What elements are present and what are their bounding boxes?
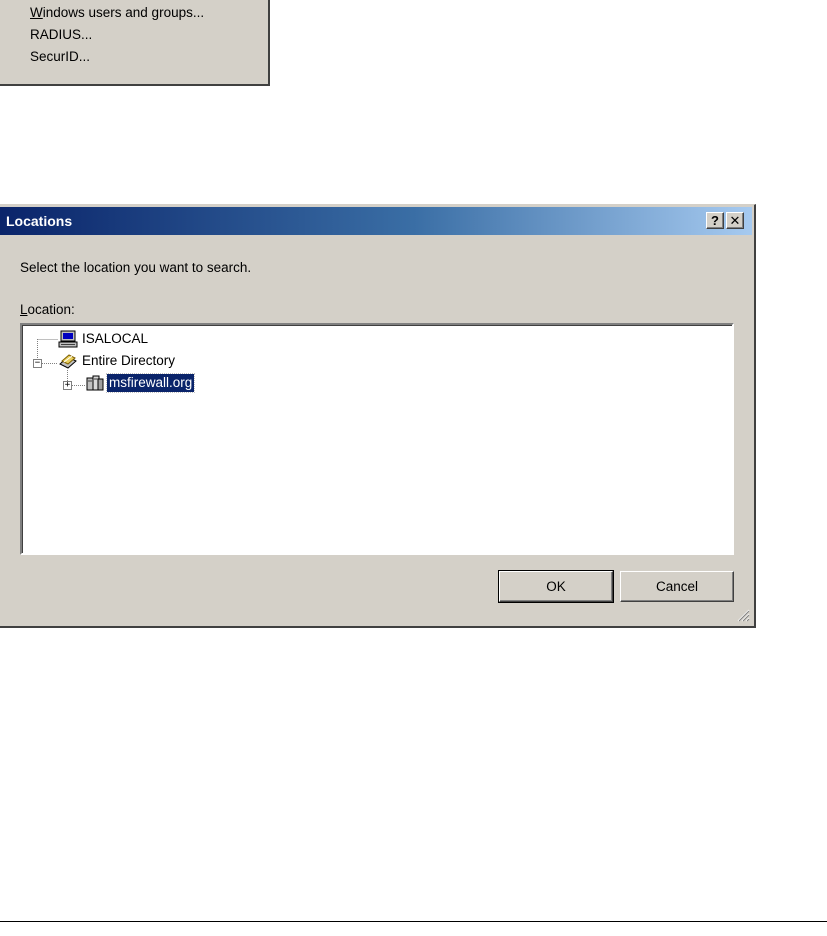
location-label-accelerator: L [20,302,28,317]
cancel-button[interactable]: Cancel [620,571,734,602]
location-label: Location: [20,302,75,317]
page-divider [0,921,827,922]
tree-item-label: ISALOCAL [82,331,149,346]
location-label-text: ocation: [27,302,75,317]
ok-button[interactable]: OK [498,570,614,603]
menu-item-radius[interactable]: RADIUS... [30,24,92,46]
menu-item-accelerator: W [30,5,43,20]
title-bar[interactable]: Locations ? ✕ [0,207,752,235]
dialog-title: Locations [6,213,73,229]
directory-icon [58,352,78,370]
computer-icon [58,330,78,348]
instruction-text: Select the location you want to search. [20,260,252,275]
location-tree[interactable]: − + ISALOCAL Entire Directory msfirewall… [20,323,734,555]
help-button[interactable]: ? [706,212,724,229]
menu-item-securid[interactable]: SecurID... [30,46,90,68]
close-button[interactable]: ✕ [726,212,744,229]
resize-grip-icon[interactable] [736,608,750,622]
expand-msfirewall-org[interactable]: + [63,381,72,390]
menu-item-label: indows users and groups... [42,5,205,20]
tree-item-label: Entire Directory [82,353,176,368]
collapse-entire-directory[interactable]: − [33,359,42,368]
menu-item-windows-users[interactable]: Windows users and groups... [30,2,204,24]
domain-icon [85,374,105,392]
context-menu: Windows users and groups... RADIUS... Se… [0,0,270,86]
locations-dialog: Locations ? ✕ Select the location you wa… [0,204,756,628]
tree-item-label-selected: msfirewall.org [105,373,196,393]
